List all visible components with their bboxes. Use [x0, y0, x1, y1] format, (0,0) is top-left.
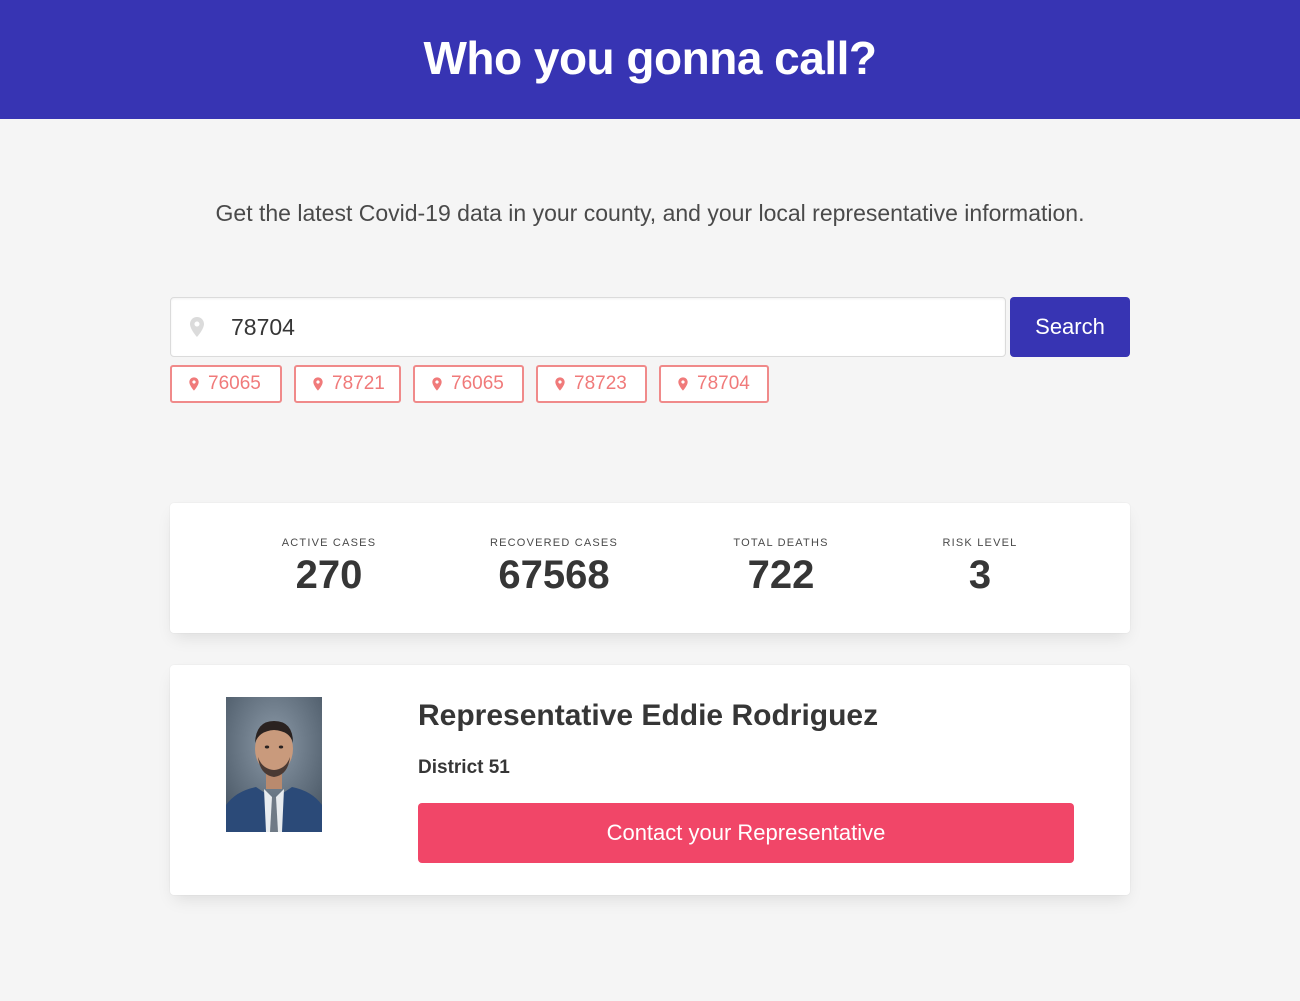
- representative-district: District 51: [418, 757, 510, 778]
- stat-recovered-cases: Recovered Cases 67568: [454, 537, 654, 598]
- stat-value: 67568: [498, 553, 610, 597]
- stat-heading: Risk Level: [942, 537, 1018, 549]
- map-marker-icon: [678, 377, 688, 391]
- representative-name: Representative Eddie Rodriguez: [418, 699, 879, 732]
- zip-tag[interactable]: 78704: [659, 365, 769, 403]
- hero-header: Who you gonna call?: [0, 0, 1300, 119]
- stat-total-deaths: Total Deaths 722: [681, 537, 881, 598]
- zip-tag-label: 76065: [208, 373, 261, 394]
- stat-risk-level: Risk Level 3: [880, 537, 1080, 598]
- stat-value: 3: [968, 553, 992, 597]
- stat-active-cases: Active Cases 270: [229, 537, 429, 598]
- zip-tag[interactable]: 76065: [413, 365, 524, 403]
- zip-tag[interactable]: 78721: [294, 365, 401, 403]
- map-marker-icon: [555, 377, 565, 391]
- contact-representative-button[interactable]: Contact your Representative: [418, 803, 1074, 863]
- stat-heading: Recovered Cases: [489, 537, 619, 549]
- zip-tag-label: 76065: [451, 373, 504, 394]
- zip-tag-label: 78723: [574, 373, 627, 394]
- map-marker-icon: [189, 377, 199, 391]
- stat-value: 270: [295, 553, 363, 597]
- covid-stats-card: Active Cases 270 Recovered Cases 67568 T…: [170, 503, 1130, 633]
- zip-search-input[interactable]: [231, 298, 991, 356]
- stat-heading: Total Deaths: [733, 537, 829, 549]
- representative-card: Representative Eddie Rodriguez District …: [170, 665, 1130, 895]
- map-marker-icon: [313, 377, 323, 391]
- search-button[interactable]: Search: [1010, 297, 1130, 357]
- representative-photo: [226, 697, 322, 832]
- intro-text: Get the latest Covid-19 data in your cou…: [215, 200, 1085, 226]
- map-marker-icon: [190, 317, 204, 337]
- page-title: Who you gonna call?: [423, 31, 877, 84]
- map-marker-icon: [432, 377, 442, 391]
- zip-tag-label: 78704: [697, 373, 750, 394]
- zip-tag[interactable]: 76065: [170, 365, 282, 403]
- stat-heading: Active Cases: [281, 537, 377, 549]
- zip-tag-label: 78721: [332, 373, 385, 394]
- zip-tag[interactable]: 78723: [536, 365, 647, 403]
- zip-search-field[interactable]: [170, 297, 1006, 357]
- stat-value: 722: [747, 553, 815, 597]
